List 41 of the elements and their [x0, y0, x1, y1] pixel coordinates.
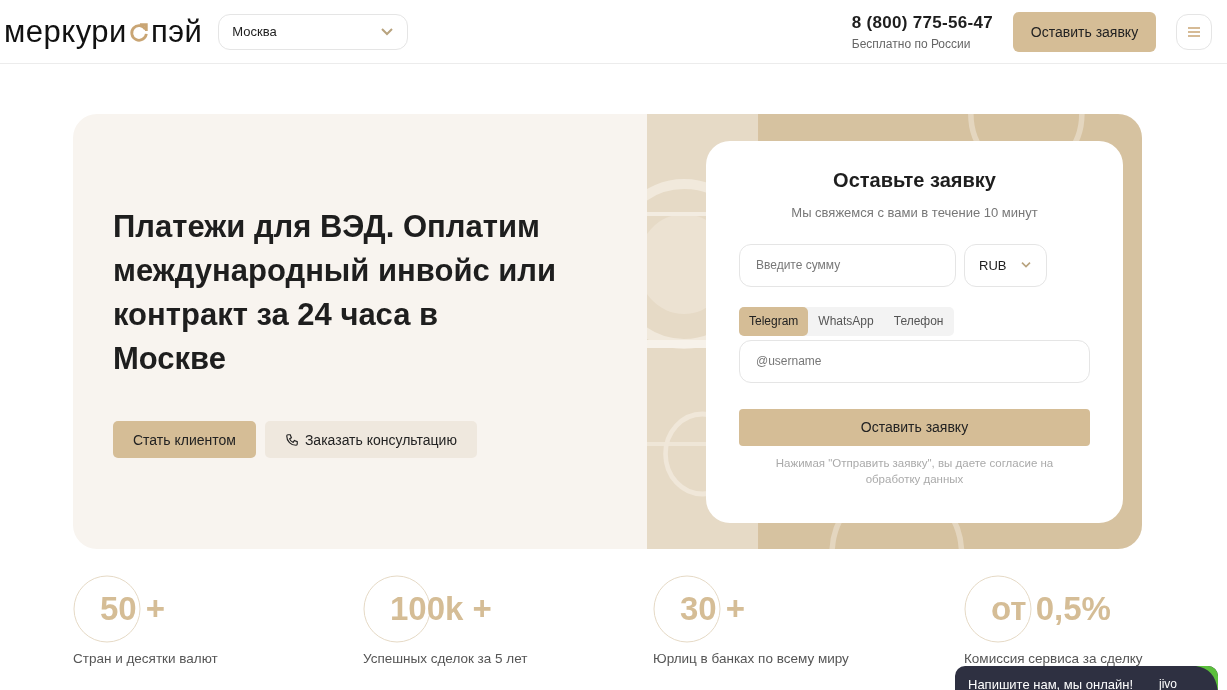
phone-icon	[284, 432, 299, 447]
become-client-button[interactable]: Стать клиентом	[113, 421, 256, 458]
contact-tab[interactable]: WhatsApp	[808, 306, 884, 336]
stat-value: 100k +	[390, 590, 492, 628]
stat-label: Юрлиц в банках по всему миру	[653, 651, 850, 666]
hero-title: Платежи для ВЭД. Оплатим международный инвойс или контракт за 24 часа в Москве	[113, 208, 558, 378]
circle-arrow-icon	[127, 20, 150, 43]
form-subtitle: Мы свяжемся с вами в течение 10 минут	[791, 204, 1038, 220]
form-title: Оставьте заявку	[833, 168, 996, 192]
chat-text: Напишите нам, мы онлайн!	[968, 676, 1133, 690]
logo-text: пэй	[150, 13, 203, 50]
leaf-icon	[1196, 666, 1218, 690]
chevron-down-icon	[1020, 261, 1032, 269]
submit-button[interactable]: Оставить заявку	[739, 408, 1090, 446]
stat-value: от 0,5%	[991, 590, 1111, 628]
stat-value: 30 +	[680, 590, 746, 628]
stat-label: Успешных сделок за 5 лет	[363, 651, 529, 666]
chat-brand: jivo	[1159, 677, 1178, 690]
stat-value: 50 +	[100, 590, 166, 628]
consent-text: Нажимая "Отправить заявку", вы даете согласие на обработку данных	[774, 455, 1055, 487]
logo-text: меркури	[4, 13, 127, 50]
phone-note: Бесплатно по России	[851, 36, 972, 51]
stat-label: Стран и десятки валют	[73, 651, 219, 666]
contact-tab[interactable]: Телефон	[883, 306, 954, 336]
menu-icon	[1187, 25, 1201, 38]
consultation-button[interactable]: Заказать консультацию	[264, 421, 477, 458]
circle-outline	[653, 575, 721, 643]
amount-field[interactable]: Введите сумму	[739, 243, 956, 287]
contact-tab[interactable]: Telegram	[739, 306, 809, 336]
chevron-down-icon	[380, 26, 395, 37]
request-button[interactable]: Оставить заявку	[1013, 11, 1156, 52]
circle-outline	[964, 575, 1032, 643]
circle-outline	[73, 575, 141, 643]
phone-number[interactable]: 8 (800) 775-56-47	[851, 12, 993, 33]
stat-label: Комиссия сервиса за сделку	[964, 651, 1144, 666]
username-field[interactable]: @username	[739, 339, 1090, 383]
city-select[interactable]: Москва	[218, 13, 409, 50]
menu-button[interactable]	[1176, 13, 1212, 50]
logo[interactable]: меркури пэй	[4, 13, 203, 50]
currency-select[interactable]: RUB	[964, 243, 1047, 287]
chat-widget[interactable]: Напишите нам, мы онлайн! jivo	[955, 666, 1218, 690]
